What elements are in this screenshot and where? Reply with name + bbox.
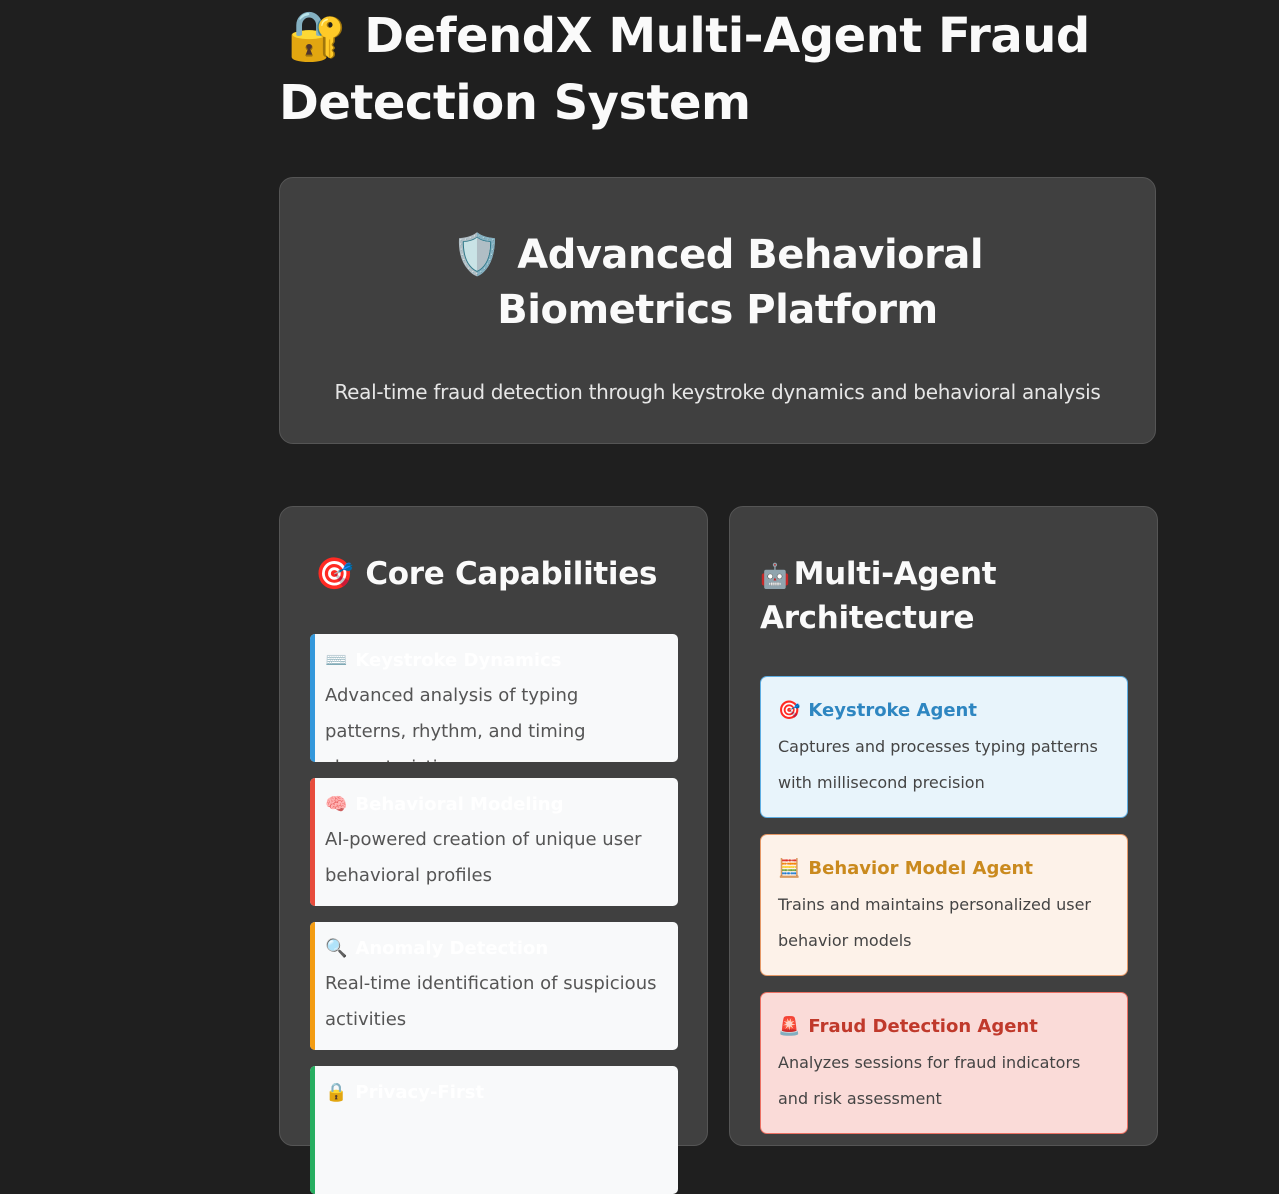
hero-card: 🛡️ Advanced Behavioral Biometrics Platfor… [279,177,1156,444]
abacus-icon: 🧮 [778,858,801,879]
capability-description: Advanced analysis of typing patterns, rh… [325,685,586,762]
hero-heading-text: Advanced Behavioral Biometrics Platform [497,232,984,333]
siren-icon: 🚨 [778,1016,801,1037]
shield-icon: 🛡️ [451,232,502,278]
multi-agent-architecture-panel: 🤖 Multi-Agent Architecture 🎯 Keystroke Age… [729,506,1158,1146]
hero-heading: 🛡️ Advanced Behavioral Biometrics Platfor… [340,228,1095,338]
page-title-text: DefendX Multi-Agent Fraud Detection Syst… [279,8,1090,131]
capability-card-anomaly: 🔍 Anomaly Detection Real-time identificat… [310,922,678,1050]
core-capabilities-panel: 🎯 Core Capabilities ⌨️ Keystroke Dynamics … [279,506,708,1194]
magnifier-icon: 🔍 [325,938,348,959]
agent-description: Analyzes sessions for fraud indicators a… [778,1053,1081,1108]
accent-bar [310,778,315,906]
capability-title-text: Behavioral Modeling [355,794,564,815]
capability-title-text: Keystroke Dynamics [355,650,562,671]
architecture-heading-text: Multi-Agent Architecture [760,556,997,636]
agent-title: 🎯 Keystroke Agent [778,697,1111,725]
capability-title-text: Privacy-First [355,1082,485,1103]
keyboard-icon: ⌨️ [325,650,348,671]
accent-bar [310,1066,315,1194]
agent-card-fraud-detection: 🚨 Fraud Detection Agent Analyzes sessions… [760,992,1128,1134]
capability-title: ⌨️ Keystroke Dynamics [325,648,664,674]
capability-title-text: Anomaly Detection [355,938,549,959]
target-icon: 🎯 [315,556,354,592]
robot-icon: 🤖 [760,562,790,590]
architecture-heading: 🤖 Multi-Agent Architecture [760,553,1140,639]
agent-title-text: Fraud Detection Agent [808,1016,1038,1037]
capability-title: 🔍 Anomaly Detection [325,936,664,962]
brain-icon: 🧠 [325,794,348,815]
agent-title: 🚨 Fraud Detection Agent [778,1013,1111,1041]
agent-description: Trains and maintains personalized user b… [778,895,1091,950]
lock-key-icon: 🔐 [287,8,347,64]
agent-card-keystroke: 🎯 Keystroke Agent Captures and processes … [760,676,1128,818]
agent-card-behavior-model: 🧮 Behavior Model Agent Trains and maintai… [760,834,1128,976]
target-icon: 🎯 [778,700,801,721]
capability-description: Real-time identification of suspicious a… [325,973,657,1030]
capability-description: AI-powered creation of unique user behav… [325,829,642,886]
page-title: 🔐 DefendX Multi-Agent Fraud Detection Sys… [279,3,1179,137]
accent-bar [310,634,315,762]
lock-icon: 🔒 [325,1082,348,1103]
capability-card-privacy: 🔒 Privacy-First [310,1066,678,1194]
capabilities-heading-text: Core Capabilities [365,556,658,592]
hero-subtitle: Real-time fraud detection through keystr… [334,380,1101,404]
accent-bar [310,922,315,1050]
agent-description: Captures and processes typing patterns w… [778,737,1098,792]
capability-title: 🔒 Privacy-First [325,1080,664,1106]
capabilities-heading: 🎯 Core Capabilities [315,553,657,595]
agent-title-text: Behavior Model Agent [808,858,1033,879]
capability-card-behavioral: 🧠 Behavioral Modeling AI-powered creation… [310,778,678,906]
capability-card-keystroke: ⌨️ Keystroke Dynamics Advanced analysis o… [310,634,678,762]
capability-title: 🧠 Behavioral Modeling [325,792,664,818]
agent-title: 🧮 Behavior Model Agent [778,855,1111,883]
agent-title-text: Keystroke Agent [808,700,977,721]
